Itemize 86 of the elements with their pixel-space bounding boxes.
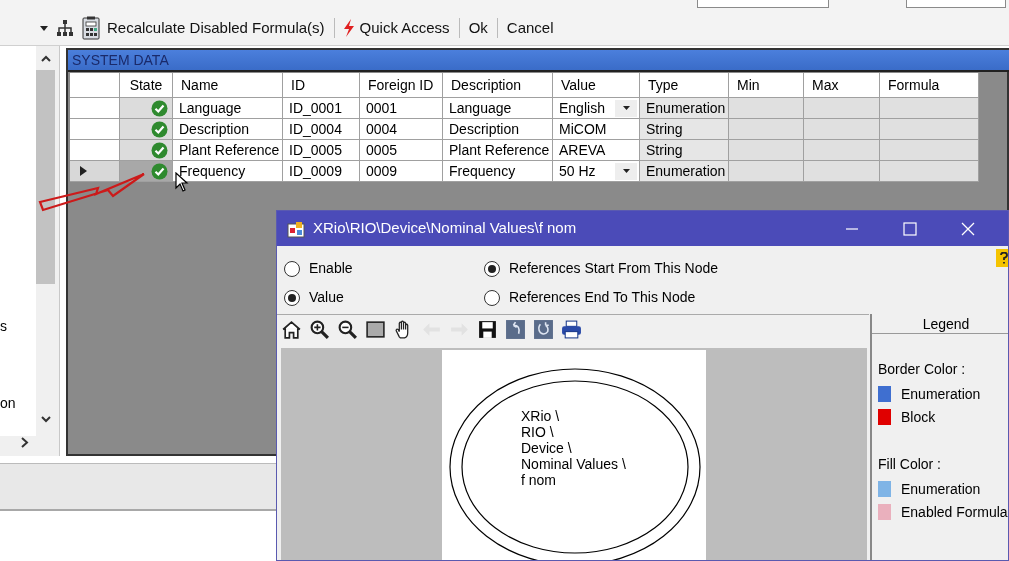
column-header[interactable]: Description — [443, 73, 553, 98]
table-cell: String — [640, 140, 729, 161]
table-cell: 0004 — [360, 119, 443, 140]
toolbar-button[interactable]: Ok — [463, 17, 493, 39]
table-cell: Plant Reference — [173, 140, 283, 161]
zoom-out-icon[interactable] — [337, 319, 358, 340]
save-icon[interactable] — [477, 319, 498, 340]
table-cell: Enumeration — [640, 98, 729, 119]
close-icon[interactable] — [961, 221, 975, 236]
node-label: Nominal Values \ — [521, 456, 626, 472]
radio-label[interactable]: Enable — [309, 258, 353, 279]
dropdown-button[interactable] — [615, 162, 637, 180]
printer-icon[interactable] — [561, 319, 582, 340]
panel-title: SYSTEM DATA — [72, 50, 169, 70]
radio-label[interactable]: References Start From This Node — [509, 258, 719, 279]
toolbar-button[interactable]: Cancel — [501, 17, 559, 39]
column-header[interactable]: Max — [804, 73, 880, 98]
home-icon[interactable] — [281, 319, 302, 340]
radio-button[interactable] — [284, 260, 300, 277]
rectangle-icon[interactable] — [365, 319, 386, 340]
zoom-in-icon[interactable] — [309, 319, 330, 340]
table-cell: Language — [173, 98, 283, 119]
legend-label: Enumeration — [901, 384, 981, 404]
table-cell: English — [553, 98, 640, 119]
caret-icon — [40, 25, 48, 31]
radio-button[interactable] — [484, 260, 500, 277]
node-label: XRio \ — [521, 408, 561, 424]
help-icon[interactable] — [996, 249, 1008, 267]
table-cell: Frequency — [443, 161, 553, 182]
column-header[interactable]: Foreign ID — [360, 73, 443, 98]
table-cell: ID_0005 — [283, 140, 360, 161]
scrollbar-thumb[interactable] — [36, 70, 55, 284]
column-header[interactable]: Formula — [880, 73, 979, 98]
tree-item[interactable]: on — [0, 393, 16, 414]
legend-label: Enumeration — [901, 479, 981, 499]
table-cell: Enumeration — [640, 161, 729, 182]
table-cell: 0009 — [360, 161, 443, 182]
column-header[interactable]: Min — [729, 73, 804, 98]
radio-button[interactable] — [284, 289, 300, 306]
tree-item[interactable]: s — [0, 316, 7, 337]
table-cell: Description — [173, 119, 283, 140]
maximize-icon[interactable] — [903, 221, 917, 236]
toolbar-button[interactable]: Quick Access — [354, 17, 455, 39]
table-cell: 0001 — [360, 98, 443, 119]
legend-label: Enabled Formula — [901, 502, 1008, 522]
table-cell: Description — [443, 119, 553, 140]
caret-icon — [622, 169, 630, 173]
current-row-icon — [80, 166, 87, 176]
radio-label[interactable]: Value — [309, 287, 344, 308]
table-cell: 0005 — [360, 140, 443, 161]
row-header[interactable] — [70, 161, 120, 182]
app-icon — [287, 219, 305, 238]
table-cell: AREVA — [553, 140, 640, 161]
toolbar-button[interactable]: Recalculate Disabled Formula(s) — [102, 17, 330, 39]
table-cell: 50 Hz — [553, 161, 640, 182]
node-label: Device \ — [521, 440, 573, 456]
scroll-right-icon[interactable] — [21, 437, 29, 448]
table-cell: String — [640, 119, 729, 140]
column-header[interactable]: ID — [283, 73, 360, 98]
redo-icon[interactable] — [533, 319, 554, 340]
caret-icon — [622, 106, 630, 110]
header-cell — [70, 73, 120, 98]
table-cell: Language — [443, 98, 553, 119]
undo-icon[interactable] — [505, 319, 526, 340]
column-header[interactable]: State — [120, 73, 173, 98]
legend-label: Block — [901, 407, 936, 427]
node-label: f nom — [521, 472, 557, 488]
table-cell: ID_0009 — [283, 161, 360, 182]
radio-label[interactable]: References End To This Node — [509, 287, 696, 308]
column-header[interactable]: Name — [173, 73, 283, 98]
table-cell: Plant Reference — [443, 140, 553, 161]
column-header[interactable]: Value — [553, 73, 640, 98]
table-cell: ID_0001 — [283, 98, 360, 119]
legend-heading: Fill Color : — [878, 455, 942, 474]
scroll-up-icon[interactable] — [41, 55, 51, 62]
table-cell: ID_0004 — [283, 119, 360, 140]
table-cell: MiCOM — [553, 119, 640, 140]
scroll-down-icon[interactable] — [41, 416, 51, 423]
radio-button[interactable] — [484, 289, 500, 306]
legend-heading: Border Color : — [878, 360, 967, 379]
window-title: XRio\RIO\Device\Nominal Values\f nom — [313, 218, 577, 239]
node-label: RIO \ — [521, 424, 555, 440]
column-header[interactable]: Type — [640, 73, 729, 98]
dropdown-button[interactable] — [615, 99, 637, 117]
table-cell: Frequency — [173, 161, 283, 182]
legend-title: Legend — [872, 314, 1008, 334]
